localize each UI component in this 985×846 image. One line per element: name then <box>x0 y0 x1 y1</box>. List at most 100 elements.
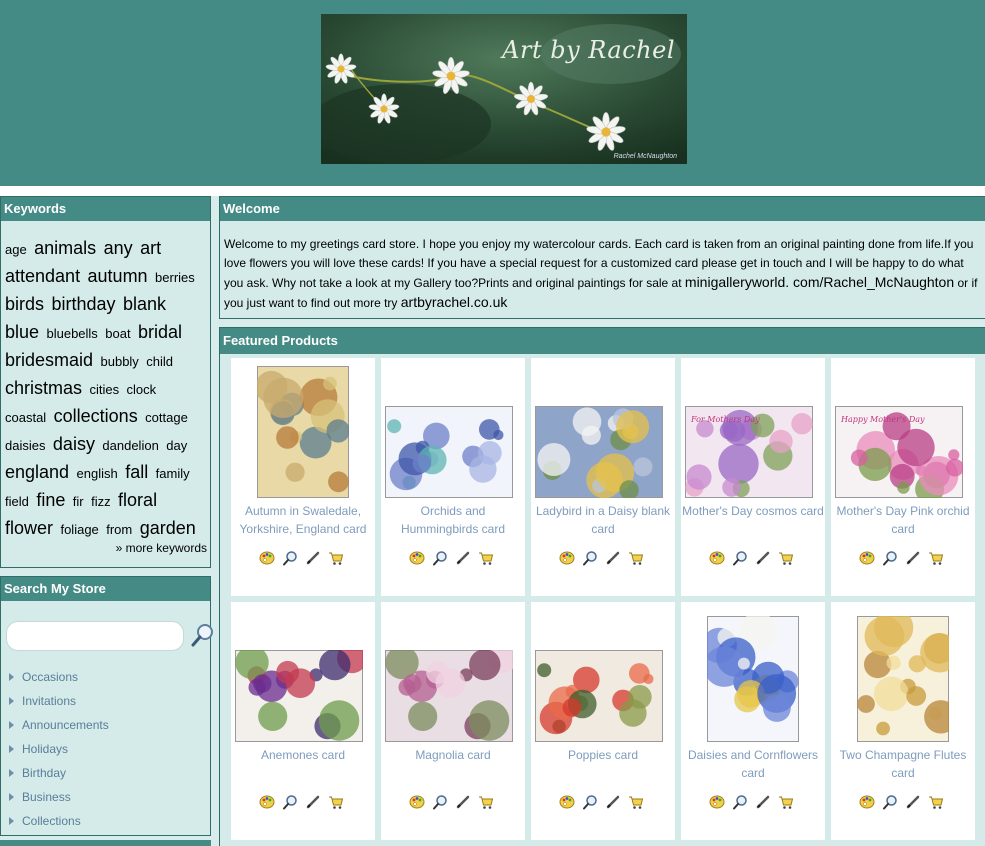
keyword-tag[interactable]: attendant <box>5 266 80 286</box>
magnify-icon[interactable] <box>882 550 898 566</box>
product-title-link[interactable]: Ladybird in a Daisy blank card <box>531 502 675 538</box>
keyword-tag[interactable]: bridal <box>138 322 182 342</box>
cart-icon[interactable] <box>928 794 944 810</box>
keyword-tag[interactable]: dandelion <box>102 438 158 453</box>
keyword-tag[interactable]: fall <box>125 462 148 482</box>
cart-icon[interactable] <box>478 794 494 810</box>
keyword-tag[interactable]: fizz <box>91 494 111 509</box>
keyword-tag[interactable]: english <box>77 466 118 481</box>
magnify-icon[interactable] <box>582 794 598 810</box>
product-title-link[interactable]: Two Champagne Flutes card <box>831 746 975 782</box>
product-image[interactable] <box>255 366 350 503</box>
palette-icon[interactable] <box>409 794 425 810</box>
more-keywords-link[interactable]: » more keywords <box>116 541 207 555</box>
keyword-tag[interactable]: child <box>146 354 173 369</box>
magnify-icon[interactable] <box>432 794 448 810</box>
keyword-tag[interactable]: birds <box>5 294 44 314</box>
gallery-link[interactable]: minigalleryworld. com/Rachel_McNaughton <box>685 274 954 290</box>
keyword-tag[interactable]: bridesmaid <box>5 350 93 370</box>
search-input[interactable] <box>6 621 184 651</box>
palette-icon[interactable] <box>859 794 875 810</box>
keyword-tag[interactable]: garden <box>140 518 196 538</box>
keyword-tag[interactable]: fir <box>73 494 84 509</box>
pencil-icon[interactable] <box>455 550 471 566</box>
pencil-icon[interactable] <box>305 550 321 566</box>
product-image[interactable] <box>857 608 960 747</box>
magnify-icon[interactable] <box>282 550 298 566</box>
product-image[interactable] <box>235 643 368 747</box>
pencil-icon[interactable] <box>605 794 621 810</box>
cart-icon[interactable] <box>778 794 794 810</box>
product-title-link[interactable]: Anemones card <box>231 746 375 764</box>
magnify-icon[interactable] <box>882 794 898 810</box>
website-link[interactable]: artbyrachel.co.uk <box>401 294 508 310</box>
keyword-tag[interactable]: bubbly <box>101 354 139 369</box>
magnify-icon[interactable] <box>582 550 598 566</box>
product-image[interactable] <box>385 406 513 503</box>
keyword-tag[interactable]: field <box>5 494 29 509</box>
cart-icon[interactable] <box>778 550 794 566</box>
keyword-tag[interactable]: day <box>166 438 187 453</box>
product-image[interactable] <box>535 650 663 747</box>
product-image[interactable] <box>535 406 663 503</box>
keyword-tag[interactable]: birthday <box>51 294 115 314</box>
magnify-icon[interactable] <box>732 550 748 566</box>
palette-icon[interactable] <box>559 550 575 566</box>
cart-icon[interactable] <box>478 550 494 566</box>
keyword-tag[interactable]: autumn <box>88 266 148 286</box>
keyword-tag[interactable]: coastal <box>5 410 46 425</box>
product-title-link[interactable]: Orchids and Hummingbirds card <box>381 502 525 538</box>
palette-icon[interactable] <box>559 794 575 810</box>
palette-icon[interactable] <box>859 550 875 566</box>
keyword-tag[interactable]: bluebells <box>46 326 97 341</box>
palette-icon[interactable] <box>709 550 725 566</box>
cart-icon[interactable] <box>328 550 344 566</box>
magnify-icon[interactable] <box>282 794 298 810</box>
palette-icon[interactable] <box>259 794 275 810</box>
keyword-tag[interactable]: christmas <box>5 378 82 398</box>
keyword-tag[interactable]: from <box>106 522 132 537</box>
keyword-tag[interactable]: england <box>5 462 69 482</box>
product-image[interactable] <box>701 612 799 747</box>
category-item[interactable]: Occasions <box>9 665 109 689</box>
category-item[interactable]: Announcements <box>9 713 109 737</box>
product-image[interactable]: For Mothers Day <box>685 406 813 503</box>
product-image[interactable]: Happy Mother's Day <box>835 406 964 504</box>
cart-icon[interactable] <box>628 550 644 566</box>
keyword-tag[interactable]: age <box>5 242 27 257</box>
keyword-tag[interactable]: blank <box>123 294 166 314</box>
category-item[interactable]: Holidays <box>9 737 109 761</box>
palette-icon[interactable] <box>409 550 425 566</box>
keyword-tag[interactable]: clock <box>127 382 157 397</box>
magnify-icon[interactable] <box>732 794 748 810</box>
palette-icon[interactable] <box>709 794 725 810</box>
magnify-icon[interactable] <box>432 550 448 566</box>
banner-image[interactable]: Art by Rachel Rachel McNaughton <box>321 14 687 164</box>
keyword-tag[interactable]: cottage <box>145 410 188 425</box>
cart-icon[interactable] <box>928 550 944 566</box>
product-image[interactable] <box>385 643 518 747</box>
keyword-tag[interactable]: art <box>140 238 161 258</box>
keyword-tag[interactable]: foliage <box>60 522 98 537</box>
keyword-tag[interactable]: boat <box>105 326 130 341</box>
pencil-icon[interactable] <box>755 794 771 810</box>
pencil-icon[interactable] <box>905 794 921 810</box>
keyword-tag[interactable]: daisy <box>53 434 95 454</box>
keyword-tag[interactable]: berries <box>155 270 195 285</box>
cart-icon[interactable] <box>328 794 344 810</box>
pencil-icon[interactable] <box>305 794 321 810</box>
keyword-tag[interactable]: daisies <box>5 438 45 453</box>
category-item[interactable]: Invitations <box>9 689 109 713</box>
product-title-link[interactable]: Mother's Day cosmos card <box>681 502 825 520</box>
keyword-tag[interactable]: floral <box>118 490 157 510</box>
search-icon[interactable] <box>191 623 215 647</box>
keyword-tag[interactable]: blue <box>5 322 39 342</box>
pencil-icon[interactable] <box>605 550 621 566</box>
keyword-tag[interactable]: family <box>156 466 190 481</box>
pencil-icon[interactable] <box>455 794 471 810</box>
keyword-tag[interactable]: any <box>104 238 133 258</box>
keyword-tag[interactable]: fine <box>36 490 65 510</box>
product-title-link[interactable]: Autumn in Swaledale, Yorkshire, England … <box>231 502 375 538</box>
category-item[interactable]: Collections <box>9 809 109 833</box>
keyword-tag[interactable]: flower <box>5 518 53 538</box>
